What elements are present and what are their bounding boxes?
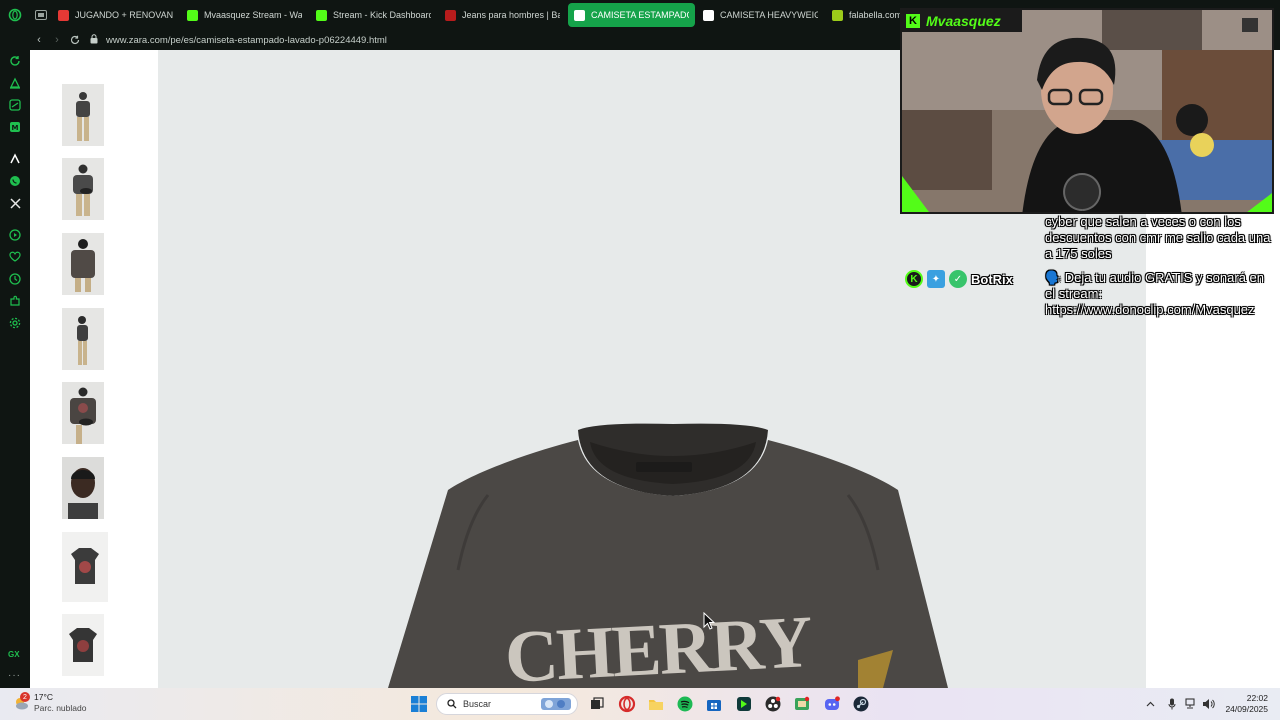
microsoft-store-icon[interactable] — [705, 695, 723, 713]
search-highlight-icon — [541, 698, 571, 710]
weather-badge: 2 — [20, 692, 30, 702]
product-thumbnails — [30, 50, 158, 688]
workspaces-icon[interactable] — [30, 0, 52, 30]
thumbnail-7[interactable] — [62, 532, 108, 602]
chat-message: cyber que salen a veces o con los descue… — [1045, 214, 1271, 261]
x-twitter-icon[interactable] — [8, 196, 22, 210]
history-icon[interactable] — [8, 272, 22, 286]
tab-label: JUGANDO + RENOVANDO — [75, 10, 173, 20]
tab-kick-stream[interactable]: Mvaasquez Stream - Wa — [181, 3, 308, 27]
discord-icon[interactable] — [823, 695, 841, 713]
tab-jeans[interactable]: Jeans para hombres | Ba — [439, 3, 566, 27]
thumbnail-4[interactable] — [62, 308, 104, 370]
tab-camiseta-estampado[interactable]: CAMISETA ESTAMPADO — [568, 3, 695, 27]
chat-overlay: cyber que salen a veces o con los descue… — [905, 214, 1275, 338]
task-view-icon[interactable] — [588, 695, 606, 713]
streamer-name: Mvaasquez — [926, 13, 1001, 29]
weather-temp: 17°C — [34, 692, 53, 702]
tab-label: Stream - Kick Dashboard — [333, 10, 431, 20]
verified-badge-icon: ✓ — [949, 270, 967, 288]
bot-badges: K ✦ ✓ BotRix — [905, 270, 1013, 288]
search-placeholder: Buscar — [463, 699, 492, 709]
back-icon[interactable]: ‹ — [30, 30, 48, 50]
falabella-icon — [832, 9, 843, 21]
gx-badge-icon[interactable]: GX — [8, 650, 20, 659]
thumbnail-1[interactable] — [62, 84, 104, 146]
zara-icon — [574, 9, 585, 21]
settings-gear-icon[interactable] — [8, 316, 22, 330]
reload-icon[interactable] — [66, 30, 84, 50]
tab-label: CAMISETA ESTAMPADO — [591, 10, 689, 20]
opera-gx-taskbar-icon[interactable] — [618, 695, 636, 713]
tshirt-print-text: CHERRY — [502, 601, 813, 688]
tab-label: CAMISETA HEAVYWEIGH — [720, 10, 818, 20]
forward-icon[interactable]: › — [48, 30, 66, 50]
weather-widget[interactable]: 2 17°C Parc. nublado — [12, 692, 86, 714]
network-icon[interactable] — [1182, 696, 1198, 712]
gx-control-icon[interactable] — [8, 54, 22, 68]
tool-badge-icon: ✦ — [927, 270, 945, 288]
kick-icon — [316, 9, 327, 21]
spotify-icon[interactable] — [676, 695, 694, 713]
aria-icon[interactable] — [8, 152, 22, 166]
taskbar-search[interactable]: Buscar — [436, 693, 578, 715]
clock-time: 22:02 — [1246, 693, 1268, 703]
tab-kick-dashboard[interactable]: Stream - Kick Dashboard — [310, 3, 437, 27]
thumbnail-5[interactable] — [62, 382, 104, 444]
messenger-icon[interactable]: M — [8, 120, 22, 134]
file-explorer-icon[interactable] — [647, 695, 665, 713]
thumbnail-6[interactable] — [62, 457, 104, 519]
youtube-icon — [58, 9, 69, 21]
chat-message: 🗣️ Deja tu audio GRATIS y sonará en el s… — [1045, 270, 1264, 317]
steam-icon[interactable] — [852, 695, 870, 713]
more-dots-icon[interactable]: ··· — [8, 670, 21, 681]
kick-badge-icon: K — [905, 270, 923, 288]
gx-corner-icon[interactable] — [8, 76, 22, 90]
thumbnail-3[interactable] — [62, 233, 104, 295]
system-clock[interactable]: 22:02 24/09/2025 — [1224, 693, 1268, 715]
weather-cloud-icon: 2 — [12, 692, 30, 712]
desktop: JUGANDO + RENOVANDO Mvaasquez Stream - W… — [0, 0, 1280, 720]
tab-youtube[interactable]: JUGANDO + RENOVANDO — [52, 3, 179, 27]
tab-camiseta-heavyweight[interactable]: CAMISETA HEAVYWEIGH — [697, 3, 824, 27]
windows-start-icon[interactable] — [410, 695, 428, 713]
streamer-name-bar: K Mvaasquez — [902, 10, 1022, 32]
thumbnail-8[interactable] — [62, 614, 104, 676]
tab-label: Jeans para hombres | Ba — [462, 10, 560, 20]
browser-sidebar: M GX ··· — [0, 50, 30, 688]
kick-icon — [187, 9, 198, 21]
weather-desc: Parc. nublado — [34, 703, 87, 713]
url-field[interactable]: www.zara.com/pe/es/camiseta-estampado-la… — [90, 33, 387, 47]
mouse-cursor-icon — [703, 612, 715, 630]
streamer-webcam: K Mvaasquez — [900, 8, 1274, 214]
svg-text:M: M — [12, 124, 19, 132]
player-icon[interactable] — [8, 228, 22, 242]
windows-taskbar: 2 17°C Parc. nublado Buscar 22:02 24/09/… — [0, 688, 1280, 720]
tray-chevron-up-icon[interactable] — [1142, 696, 1158, 712]
gx-news-icon[interactable] — [8, 98, 22, 112]
kick-logo-icon: K — [906, 14, 920, 28]
store-icon — [445, 9, 456, 21]
tab-label: falabella.com — [849, 10, 903, 20]
thumbnail-2[interactable] — [62, 158, 104, 220]
bot-name: BotRix — [971, 271, 1013, 287]
opera-gx-logo-icon[interactable] — [0, 0, 30, 30]
volume-icon[interactable] — [1200, 696, 1216, 712]
tab-label: Mvaasquez Stream - Wa — [204, 10, 302, 20]
kick-studio-icon[interactable] — [735, 695, 753, 713]
game-launcher-icon[interactable] — [793, 695, 811, 713]
zara-icon — [703, 9, 714, 21]
clock-date: 24/09/2025 — [1225, 704, 1268, 714]
whatsapp-icon[interactable] — [8, 174, 22, 188]
search-icon — [447, 699, 457, 709]
lock-icon — [90, 33, 98, 47]
extensions-icon[interactable] — [8, 294, 22, 308]
microphone-icon[interactable] — [1164, 696, 1180, 712]
obs-icon[interactable] — [764, 695, 782, 713]
url-text: www.zara.com/pe/es/camiseta-estampado-la… — [106, 34, 387, 46]
webcam-scene — [902, 10, 1272, 212]
heart-icon[interactable] — [8, 250, 22, 264]
